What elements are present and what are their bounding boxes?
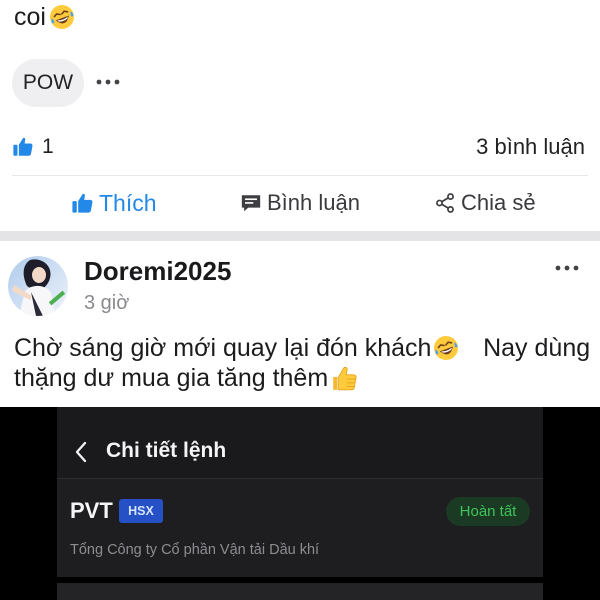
company-name: Tổng Công ty Cổ phần Vận tải Dầu khí bbox=[70, 542, 320, 558]
comment-icon bbox=[240, 192, 262, 214]
like-button[interactable]: Thích bbox=[71, 189, 157, 217]
order-card bbox=[57, 479, 543, 577]
comment-count-link[interactable]: 3 bình luận bbox=[476, 133, 585, 161]
feed-separator bbox=[0, 231, 600, 241]
avatar[interactable] bbox=[8, 256, 68, 316]
author-name[interactable]: Doremi2025 bbox=[84, 256, 231, 286]
attachment-screen-title: Chi tiết lệnh bbox=[106, 439, 227, 462]
reaction-summary[interactable]: 1 bbox=[12, 133, 54, 161]
post-timestamp: 3 giờ bbox=[84, 292, 130, 314]
thumbs-up-icon bbox=[71, 192, 94, 215]
share-button-label: Chia sẻ bbox=[461, 190, 536, 215]
more-horizontal-icon[interactable] bbox=[555, 265, 579, 271]
divider bbox=[12, 175, 588, 176]
like-count: 1 bbox=[42, 135, 54, 158]
more-horizontal-icon[interactable] bbox=[96, 79, 120, 85]
stock-symbol: PVT bbox=[70, 498, 113, 523]
post-body-text: Nay dùng bbox=[476, 333, 591, 362]
tag-chip-pow[interactable]: POW bbox=[12, 59, 84, 107]
chevron-left-icon bbox=[72, 440, 90, 464]
comment-button[interactable]: Bình luận bbox=[240, 189, 360, 217]
comment-button-label: Bình luận bbox=[267, 190, 360, 215]
post-attachment-image[interactable]: Chi tiết lệnh PVT HSX Hoàn tất Tổng Công… bbox=[0, 407, 600, 600]
thumbs-up-icon bbox=[12, 136, 34, 158]
rofl-emoji-icon bbox=[433, 277, 475, 419]
order-card-next bbox=[57, 583, 543, 600]
exchange-badge: HSX bbox=[119, 499, 163, 523]
post-body-text: thặng dư mua gia tăng thêm bbox=[14, 363, 329, 392]
like-button-label: Thích bbox=[99, 190, 157, 216]
share-button[interactable]: Chia sẻ bbox=[434, 189, 536, 217]
post-body-line: thặng dư mua gia tăng thêm bbox=[14, 363, 373, 393]
share-icon bbox=[434, 192, 456, 214]
feed-screen: coi POW 1 3 bình luận Thích Bình luận Ch… bbox=[0, 0, 600, 600]
status-badge: Hoàn tất bbox=[446, 497, 530, 526]
previous-post-text-tail: coi bbox=[14, 2, 46, 31]
post-body-line: Chờ sáng giờ mới quay lại đón khách Nay … bbox=[14, 333, 590, 363]
previous-post-text: coi bbox=[14, 2, 91, 32]
